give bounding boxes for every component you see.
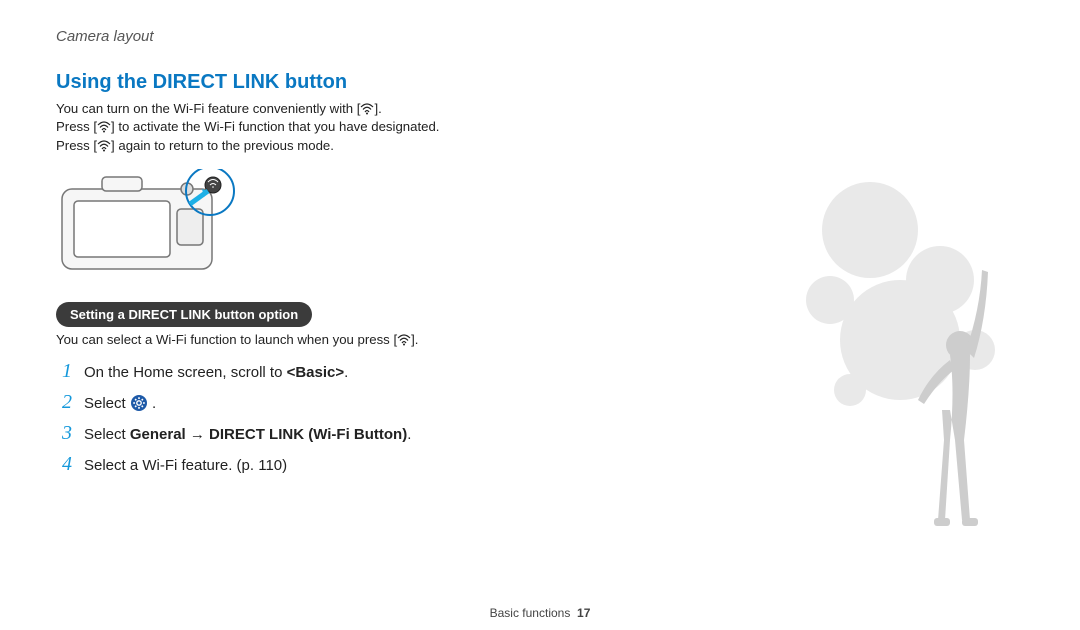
text: . — [407, 426, 411, 443]
wifi-icon — [97, 140, 111, 152]
step-text: Select a Wi-Fi feature. (p. 110) — [84, 457, 287, 474]
wifi-icon — [97, 121, 111, 133]
step-number: 2 — [56, 391, 72, 414]
text: ]. — [411, 332, 418, 347]
step-4: 4 Select a Wi-Fi feature. (p. 110) — [56, 453, 1024, 476]
breadcrumb: Camera layout — [56, 28, 1024, 45]
wifi-icon — [397, 334, 411, 346]
step-text: Select . — [84, 394, 156, 412]
step-number: 1 — [56, 360, 72, 383]
step-1: 1 On the Home screen, scroll to <Basic>. — [56, 360, 1024, 383]
section-title: Using the DIRECT LINK button — [56, 71, 1024, 94]
intro-line-1: You can turn on the Wi-Fi feature conven… — [56, 100, 1024, 118]
text: ] to activate the Wi-Fi function that yo… — [111, 119, 439, 134]
step-number: 4 — [56, 453, 72, 476]
subsection-text: You can select a Wi-Fi function to launc… — [56, 331, 1024, 349]
text: . — [148, 395, 156, 412]
text: You can turn on the Wi-Fi feature conven… — [56, 101, 360, 116]
step-text: On the Home screen, scroll to <Basic>. — [84, 364, 348, 381]
footer-section: Basic functions — [490, 606, 571, 620]
step-text: Select General → DIRECT LINK (Wi-Fi Butt… — [84, 426, 411, 443]
intro-line-2: Press [ ] to activate the Wi-Fi function … — [56, 118, 1024, 136]
gear-icon — [130, 394, 148, 412]
text: ] again to return to the previous mode. — [111, 138, 334, 153]
bold-text: <Basic> — [287, 364, 345, 381]
manual-page: Camera layout Using the DIRECT LINK butt… — [0, 0, 1080, 630]
wifi-icon — [360, 103, 374, 115]
text: Select — [84, 426, 130, 443]
text: ]. — [374, 101, 381, 116]
step-3: 3 Select General → DIRECT LINK (Wi-Fi Bu… — [56, 422, 1024, 445]
camera-illustration — [52, 169, 1024, 284]
bold-text: General → DIRECT LINK (Wi-Fi Button) — [130, 426, 407, 443]
text: Press [ — [56, 138, 97, 153]
text: Press [ — [56, 119, 97, 134]
text: . — [344, 364, 348, 381]
steps-list: 1 On the Home screen, scroll to <Basic>.… — [56, 360, 1024, 476]
footer-page-number: 17 — [577, 606, 590, 620]
text: Select — [84, 395, 130, 412]
text: On the Home screen, scroll to — [84, 364, 287, 381]
subsection-pill: Setting a DIRECT LINK button option — [56, 302, 312, 327]
step-2: 2 Select . — [56, 391, 1024, 414]
intro-line-3: Press [ ] again to return to the previous… — [56, 137, 1024, 155]
step-number: 3 — [56, 422, 72, 445]
page-footer: Basic functions 17 — [0, 606, 1080, 620]
text: You can select a Wi-Fi function to launc… — [56, 332, 397, 347]
